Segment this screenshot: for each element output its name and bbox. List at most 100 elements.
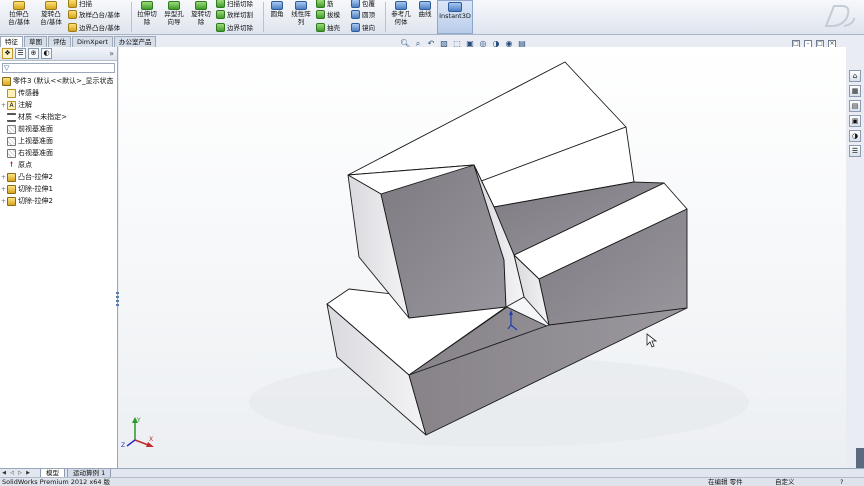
boss-extrude-label: 拉伸凸 台/基体 <box>8 10 30 26</box>
tab-dimxpert[interactable]: DimXpert <box>72 36 113 47</box>
tree-item-label: 材质 <未指定> <box>18 113 67 121</box>
wrap-label: 包覆 <box>362 0 375 8</box>
status-edit-mode: 在编辑 零件 <box>708 478 743 486</box>
curves-button[interactable]: 曲线 <box>415 0 435 34</box>
linear-pattern-icon <box>295 1 307 10</box>
extruded-cut-icon <box>141 1 153 10</box>
prev-tab-icon[interactable]: ◁ <box>8 470 16 477</box>
cut-feature-icon <box>7 184 16 194</box>
tree-item[interactable]: 前视基准面 <box>0 123 117 135</box>
reference-geometry-button[interactable]: 参考几 何体 <box>388 0 414 34</box>
dome-button[interactable]: 圆顶 <box>351 8 375 20</box>
instant3d-button[interactable]: Instant3D <box>437 0 473 34</box>
more-tabs-icon[interactable]: » <box>109 49 114 58</box>
tree-expand-icon[interactable]: + <box>0 186 7 193</box>
reference-triad-icon: Y Z X <box>121 417 154 448</box>
tree-item[interactable]: 上视基准面 <box>0 135 117 147</box>
appearances-icon[interactable]: ◑ <box>849 130 861 142</box>
tree-item[interactable]: + 凸台-拉伸2 <box>0 171 117 183</box>
loft-button[interactable]: 放样凸台/基体 <box>68 8 120 20</box>
first-tab-icon[interactable]: ◀ <box>0 470 8 477</box>
vertical-scrollbar[interactable] <box>856 448 864 468</box>
revolve-boss-button[interactable]: 旋转凸 台/基体 <box>36 0 66 34</box>
curves-label: 曲线 <box>418 10 432 18</box>
revolved-cut-button[interactable]: 旋转切 除 <box>188 0 214 34</box>
status-bar: SolidWorks Premium 2012 x64 版 在编辑 零件 自定义… <box>0 477 864 486</box>
linear-pattern-button[interactable]: 线性阵 列 <box>289 0 313 34</box>
solidworks-resources-icon[interactable]: ⌂ <box>849 70 861 82</box>
fillet-icon <box>271 1 283 10</box>
tree-item-label: 切除-拉伸2 <box>18 197 53 205</box>
hole-wizard-button[interactable]: 异型孔 向导 <box>161 0 187 34</box>
file-explorer-icon[interactable]: ▤ <box>849 100 861 112</box>
design-library-icon[interactable]: ▦ <box>849 85 861 97</box>
swept-cut-icon <box>216 0 225 8</box>
rib-label: 筋 <box>327 0 334 8</box>
dome-icon <box>351 9 360 19</box>
view-palette-icon[interactable]: ▣ <box>849 115 861 127</box>
tree-item-label: 上视基准面 <box>18 137 53 145</box>
tree-item-label: 右视基准面 <box>18 149 53 157</box>
boundary-boss-button[interactable]: 边界凸台/基体 <box>68 21 120 33</box>
shell-label: 抽壳 <box>327 24 340 32</box>
tree-item-label: 传感器 <box>18 89 39 97</box>
next-tab-icon[interactable]: ▷ <box>16 470 24 477</box>
tree-item[interactable]: 材质 <未指定> <box>0 111 117 123</box>
tab-sketch[interactable]: 草图 <box>24 36 47 47</box>
last-tab-icon[interactable]: ▶ <box>24 470 32 477</box>
help-icon[interactable]: ? <box>840 478 843 486</box>
annotation-icon: A <box>7 100 16 110</box>
tab-evaluate[interactable]: 评估 <box>48 36 71 47</box>
tree-item[interactable]: † 原点 <box>0 159 117 171</box>
tree-expand-icon[interactable]: + <box>0 102 7 109</box>
svg-text:Z: Z <box>121 442 125 448</box>
configuration-manager-tab-icon[interactable]: ⊕ <box>28 48 39 59</box>
property-manager-tab-icon[interactable]: ☰ <box>15 48 26 59</box>
plane-icon <box>7 148 16 158</box>
tree-item[interactable]: + 切除-拉伸1 <box>0 183 117 195</box>
status-units[interactable]: 自定义 <box>775 478 795 486</box>
tree-expand-icon[interactable]: + <box>0 174 7 181</box>
revolved-cut-icon <box>195 1 207 10</box>
graphics-area[interactable]: Y Z X <box>119 47 846 468</box>
task-pane-tabs: ⌂ ▦ ▤ ▣ ◑ ☰ <box>849 70 863 160</box>
extruded-cut-button[interactable]: 拉伸切 除 <box>134 0 160 34</box>
tab-office-products[interactable]: 办公室产品 <box>113 36 157 47</box>
command-manager-tabs: 特征 草图 评估 DimXpert 办公室产品 <box>0 36 190 47</box>
boundary-boss-icon <box>68 22 77 32</box>
mouse-cursor-icon <box>646 333 658 348</box>
boss-extrude-button[interactable]: 拉伸凸 台/基体 <box>4 0 34 34</box>
sweep-icon <box>68 0 77 8</box>
tree-item[interactable]: + 切除-拉伸2 <box>0 195 117 207</box>
plane-icon <box>7 136 16 146</box>
shell-button[interactable]: 抽壳 <box>316 21 340 33</box>
boundary-boss-label: 边界凸台/基体 <box>79 24 121 32</box>
plane-icon <box>7 124 16 134</box>
tree-root-label: 零件3 (默认<<默认>_显示状态 <box>13 77 114 85</box>
tree-item[interactable]: 传感器 <box>0 87 117 99</box>
loft-label: 放样凸台/基体 <box>79 11 121 19</box>
loft-icon <box>68 9 77 19</box>
sweep-label: 扫描 <box>79 0 92 8</box>
tree-expand-icon[interactable]: + <box>0 198 7 205</box>
tree-item[interactable]: + A 注解 <box>0 99 117 111</box>
custom-properties-icon[interactable]: ☰ <box>849 145 861 157</box>
boundary-cut-button[interactable]: 边界切除 <box>216 21 253 33</box>
part-model-view[interactable] <box>119 47 846 468</box>
revolve-boss-label: 旋转凸 台/基体 <box>40 10 62 26</box>
fillet-button[interactable]: 圆角 <box>266 0 288 34</box>
lofted-cut-button[interactable]: 放样切割 <box>216 8 253 20</box>
linear-pattern-label: 线性阵 列 <box>291 10 311 26</box>
draft-button[interactable]: 拔模 <box>316 8 340 20</box>
tree-root-part[interactable]: 零件3 (默认<<默认>_显示状态 <box>0 75 117 87</box>
feature-tree-filter[interactable]: ▽ <box>2 63 115 73</box>
sensor-icon <box>7 88 16 98</box>
tree-item[interactable]: 右视基准面 <box>0 147 117 159</box>
display-manager-tab-icon[interactable]: ◐ <box>41 48 52 59</box>
extrude-feature-icon <box>7 172 16 182</box>
tab-features[interactable]: 特征 <box>0 36 23 47</box>
mirror-button[interactable]: 镜向 <box>351 21 375 33</box>
feature-manager-tab-icon[interactable]: ❖ <box>2 48 13 59</box>
draft-icon <box>316 9 325 19</box>
boss-extrude-icon <box>13 1 25 10</box>
